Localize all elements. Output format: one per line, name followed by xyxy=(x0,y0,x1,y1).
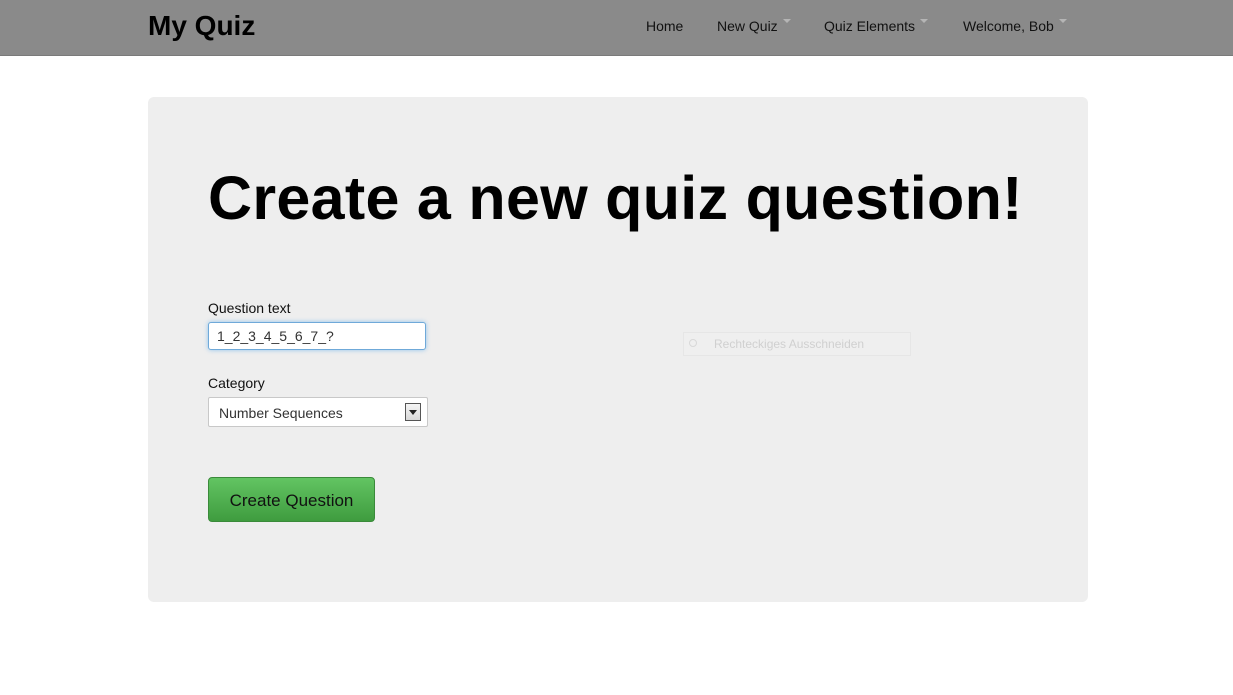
nav-user-menu[interactable]: Welcome, Bob xyxy=(963,18,1067,34)
faded-context-menu-item: Rechteckiges Ausschneiden xyxy=(683,332,911,356)
caret-down-icon xyxy=(920,19,929,23)
category-selected-value: Number Sequences xyxy=(219,405,343,421)
page-title: Create a new quiz question! xyxy=(208,164,1023,232)
nav-user-menu-label: Welcome, Bob xyxy=(963,18,1054,34)
category-select[interactable]: Number Sequences xyxy=(208,397,428,427)
scissors-icon xyxy=(689,339,697,347)
create-question-button[interactable]: Create Question xyxy=(208,477,375,522)
nav-home-label: Home xyxy=(646,18,684,34)
context-menu-item-label: Rechteckiges Ausschneiden xyxy=(714,337,865,351)
nav-quiz-elements-label: Quiz Elements xyxy=(824,18,916,34)
question-text-label: Question text xyxy=(208,300,291,316)
create-question-panel: Create a new quiz question! Question tex… xyxy=(148,97,1088,602)
nav-quiz-elements[interactable]: Quiz Elements xyxy=(824,18,929,34)
nav-new-quiz[interactable]: New Quiz xyxy=(717,18,791,34)
brand-logo[interactable]: My Quiz xyxy=(148,10,255,42)
caret-down-icon xyxy=(1058,19,1067,23)
nav-home[interactable]: Home xyxy=(646,18,683,34)
caret-down-icon xyxy=(782,19,791,23)
question-text-input[interactable] xyxy=(208,322,426,350)
dropdown-arrow-icon[interactable] xyxy=(405,403,421,421)
category-label: Category xyxy=(208,375,265,391)
nav-new-quiz-label: New Quiz xyxy=(717,18,778,34)
top-navbar: My Quiz Home New Quiz Quiz Elements Welc… xyxy=(0,0,1233,56)
